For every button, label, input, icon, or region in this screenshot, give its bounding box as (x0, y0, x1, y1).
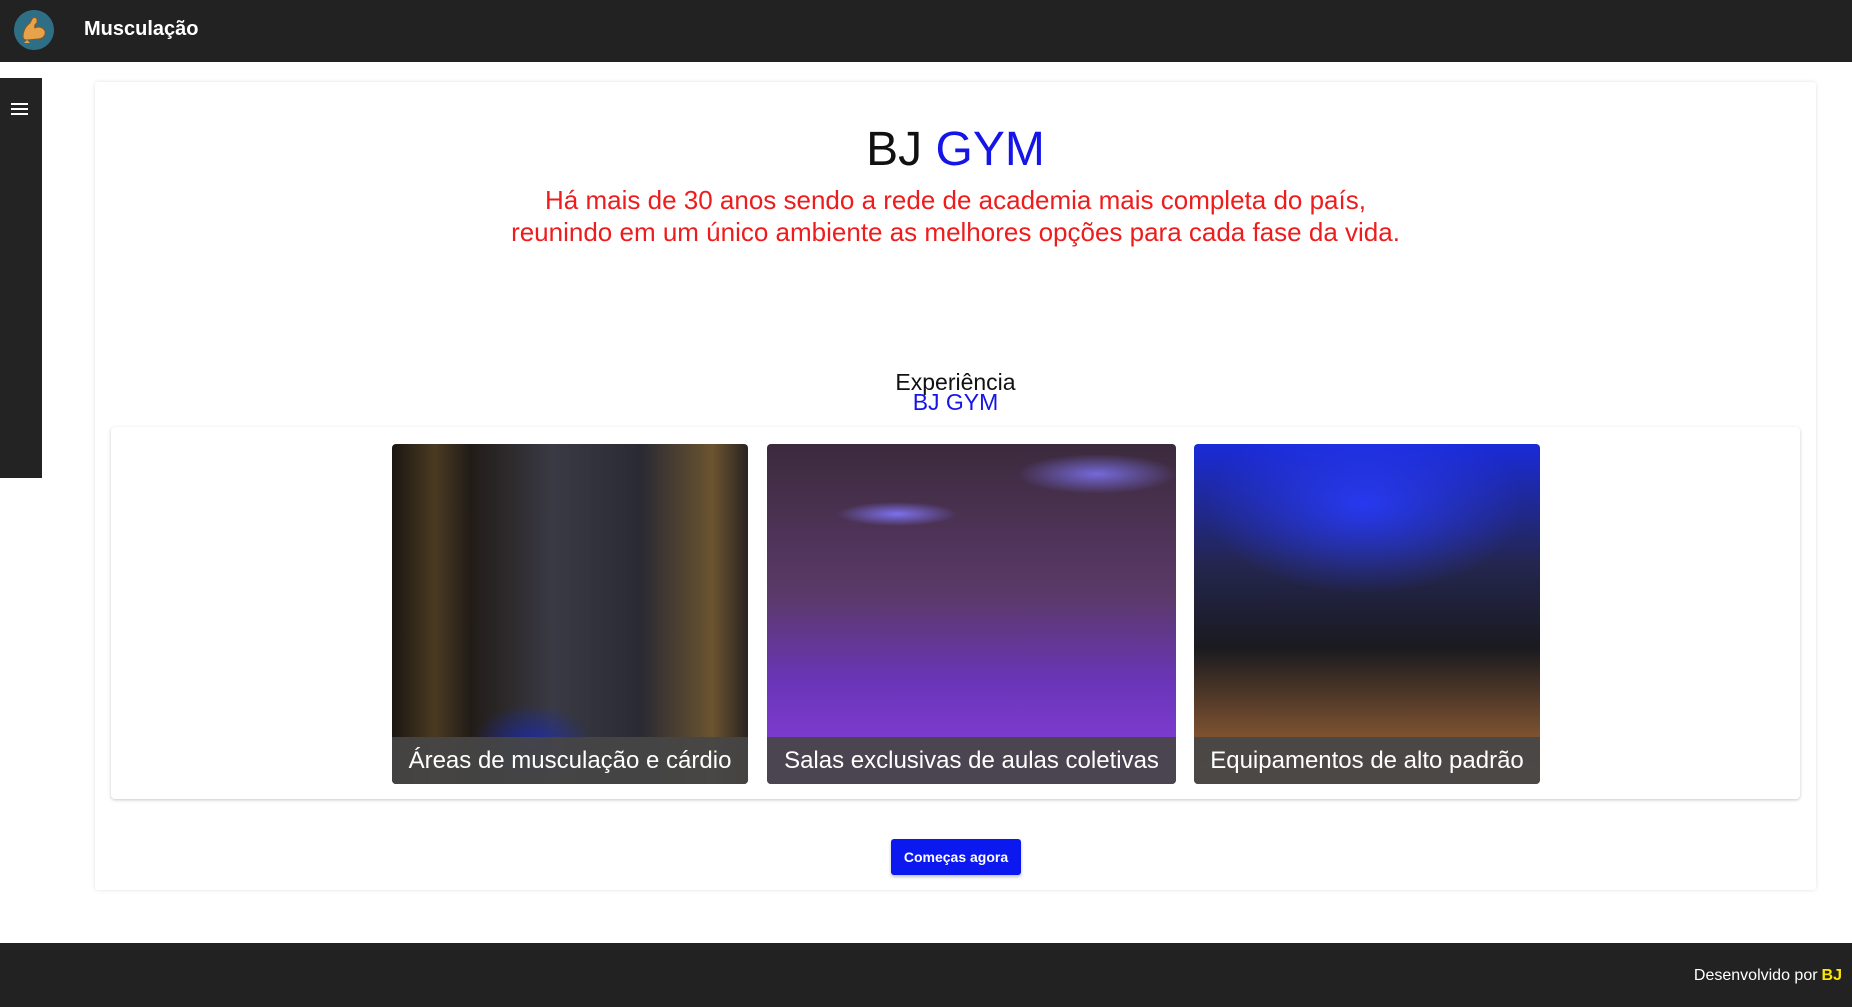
tile-caption: Salas exclusivas de aulas coletivas (767, 737, 1176, 784)
gallery-tile-equipment[interactable]: Equipamentos de alto padrão (1194, 444, 1540, 784)
hero-title: BJ GYM (95, 122, 1816, 177)
hero-title-brand: BJ (866, 123, 923, 176)
tile-caption: Equipamentos de alto padrão (1194, 737, 1540, 784)
hero-subtitle-line2: reunindo em um único ambiente as melhore… (511, 217, 1400, 247)
gallery-tile-group-classes[interactable]: Salas exclusivas de aulas coletivas (767, 444, 1176, 784)
footer: Desenvolvido por BJ (0, 943, 1852, 1007)
hero-subtitle: Há mais de 30 anos sendo a rede de acade… (95, 184, 1816, 248)
gym-equipment-image (1194, 444, 1540, 784)
flexed-arm-icon[interactable] (14, 10, 54, 50)
hamburger-menu-icon[interactable] (8, 98, 32, 122)
group-class-room-image (767, 444, 1176, 784)
top-app-bar: Musculação (0, 0, 1852, 62)
start-now-button[interactable]: Começas agora (891, 839, 1021, 875)
gallery-card: Áreas de musculação e cárdio Salas exclu… (111, 427, 1800, 799)
side-drawer (0, 78, 42, 478)
footer-credit-text: Desenvolvido por (1693, 967, 1818, 984)
hero-subtitle-line1: Há mais de 30 anos sendo a rede de acade… (545, 185, 1366, 215)
tile-caption: Áreas de musculação e cárdio (392, 737, 748, 784)
experience-heading: Experiência BJ GYM (95, 371, 1816, 415)
gym-weights-area-image (392, 444, 748, 784)
gallery-tile-weights-cardio[interactable]: Áreas de musculação e cárdio (392, 444, 748, 784)
experience-heading-line2: BJ GYM (912, 389, 999, 415)
footer-credit: Desenvolvido por BJ (1694, 967, 1842, 985)
hero-title-accent: GYM (935, 123, 1045, 176)
app-title: Musculação (84, 18, 199, 40)
main-content-card: BJ GYM Há mais de 30 anos sendo a rede d… (95, 82, 1816, 890)
footer-credit-brand: BJ (1821, 967, 1842, 984)
